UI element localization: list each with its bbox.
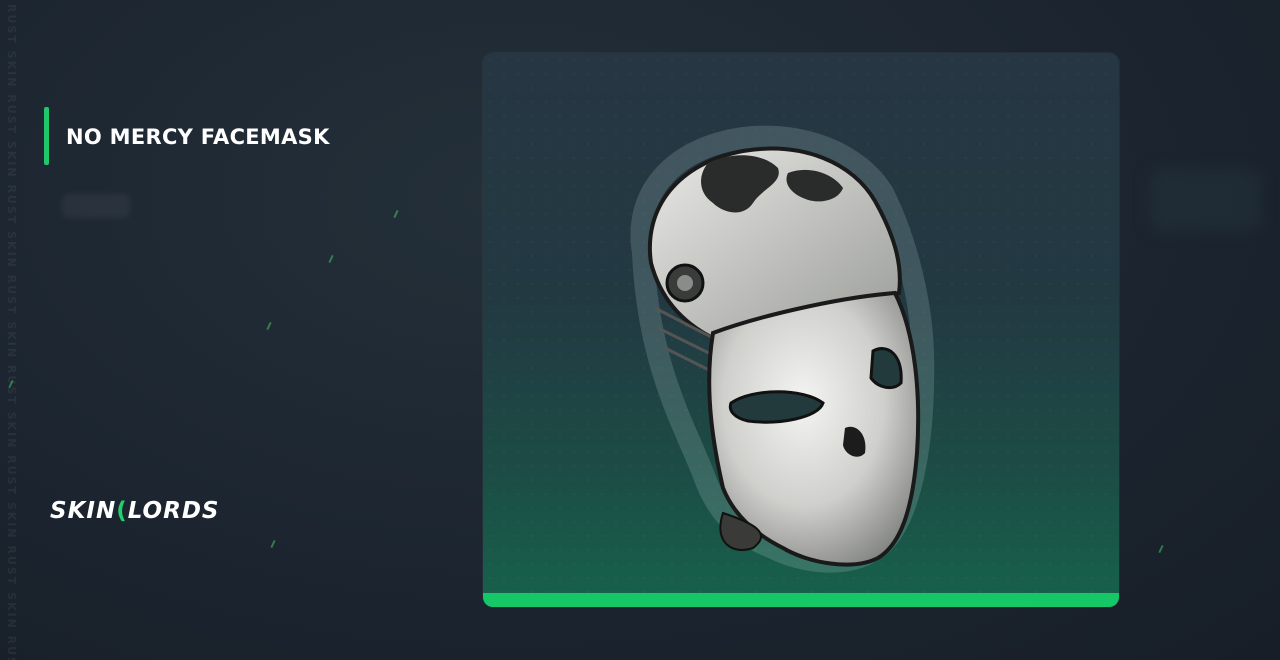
title-accent-bar: [44, 107, 49, 165]
speck-decoration: [270, 539, 276, 549]
logo-text-right: LORDS: [127, 498, 220, 524]
item-title: NO MERCY FACEMASK: [66, 125, 330, 149]
logo-text-left: SKIN: [50, 498, 117, 524]
card-accent-bar: [483, 593, 1119, 607]
background-blur: [1150, 170, 1260, 230]
speck-decoration: [393, 209, 399, 219]
speck-decoration: [328, 254, 334, 264]
speck-decoration: [1158, 544, 1164, 554]
watermark-text: RUST SKIN RUST SKIN RUST SKIN RUST SKIN …: [5, 4, 18, 660]
skinlords-logo: SKIN(LORDS: [50, 498, 219, 524]
logo-mark-icon: (: [116, 498, 128, 524]
speck-decoration: [266, 321, 272, 331]
skull-facemask-icon: [630, 125, 935, 573]
item-card: [483, 53, 1119, 607]
blurred-tag: [62, 194, 130, 218]
side-watermark: RUST SKIN RUST SKIN RUST SKIN RUST SKIN …: [0, 0, 22, 660]
